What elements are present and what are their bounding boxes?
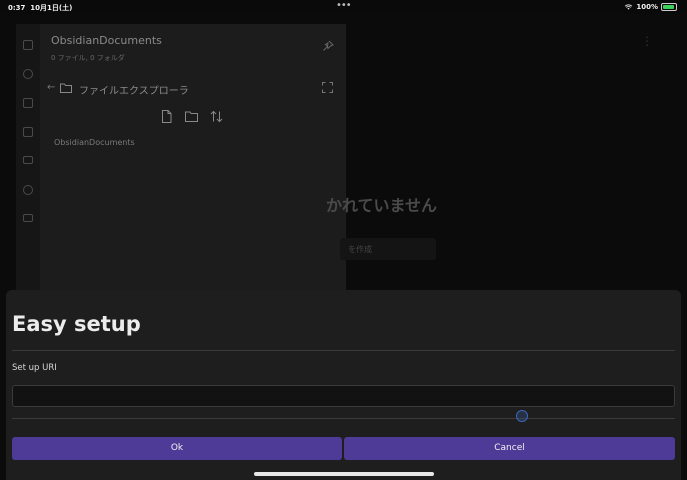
- cancel-button[interactable]: Cancel: [344, 437, 675, 460]
- calendar-icon[interactable]: [23, 98, 33, 108]
- battery-percent: 100%: [636, 3, 658, 11]
- folder-icon: [60, 83, 72, 93]
- left-ribbon: [16, 24, 40, 324]
- archive-icon[interactable]: [23, 214, 33, 222]
- vault-name[interactable]: ObsidianDocuments: [51, 34, 162, 47]
- battery-fill: [663, 5, 674, 9]
- easy-setup-modal: Easy setup Set up URI Ok Cancel: [6, 290, 681, 480]
- create-note-link[interactable]: を作成: [340, 238, 436, 260]
- modal-title: Easy setup: [12, 312, 141, 336]
- empty-state-message: かれていません: [326, 196, 438, 215]
- status-right: 100%: [624, 3, 677, 11]
- touch-indicator: [516, 410, 528, 422]
- expand-icon[interactable]: [322, 82, 333, 93]
- new-file-icon[interactable]: [160, 110, 173, 123]
- home-indicator[interactable]: [254, 472, 434, 476]
- graph-icon[interactable]: [23, 69, 33, 79]
- new-folder-icon[interactable]: [185, 110, 198, 123]
- setup-uri-input[interactable]: [12, 385, 675, 407]
- copy-icon[interactable]: [23, 127, 33, 137]
- ok-button[interactable]: Ok: [12, 437, 342, 460]
- setup-uri-label: Set up URI: [12, 363, 57, 373]
- pin-icon[interactable]: [322, 40, 334, 52]
- sort-icon[interactable]: [210, 110, 223, 123]
- time-text: 0:37: [8, 4, 26, 12]
- sidebar: ObsidianDocuments 0 ファイル, 0 フォルダ ← ファイルエ…: [40, 24, 346, 324]
- divider: [12, 418, 675, 419]
- plugin-icon[interactable]: [23, 185, 33, 195]
- more-options-icon[interactable]: ⋮: [641, 34, 653, 48]
- divider: [12, 350, 675, 351]
- multitasking-dots[interactable]: •••: [336, 0, 352, 11]
- cards-icon[interactable]: [23, 156, 33, 164]
- wifi-icon: [625, 4, 633, 10]
- files-icon[interactable]: [23, 40, 33, 50]
- status-time: 0:37 10月1日(土): [8, 3, 72, 13]
- date-text: 10月1日(土): [30, 4, 73, 12]
- file-explorer-header: ← ファイルエクスプローラ: [47, 82, 337, 97]
- back-arrow-icon[interactable]: ←: [47, 82, 55, 93]
- file-explorer-actions: [160, 110, 223, 123]
- status-bar: 0:37 10月1日(土) ••• 100%: [0, 0, 687, 14]
- tree-item-vault[interactable]: ObsidianDocuments: [54, 138, 135, 147]
- file-explorer-title: ファイルエクスプローラ: [79, 86, 189, 97]
- vault-counts: 0 ファイル, 0 フォルダ: [51, 54, 125, 62]
- battery-icon: [661, 3, 677, 11]
